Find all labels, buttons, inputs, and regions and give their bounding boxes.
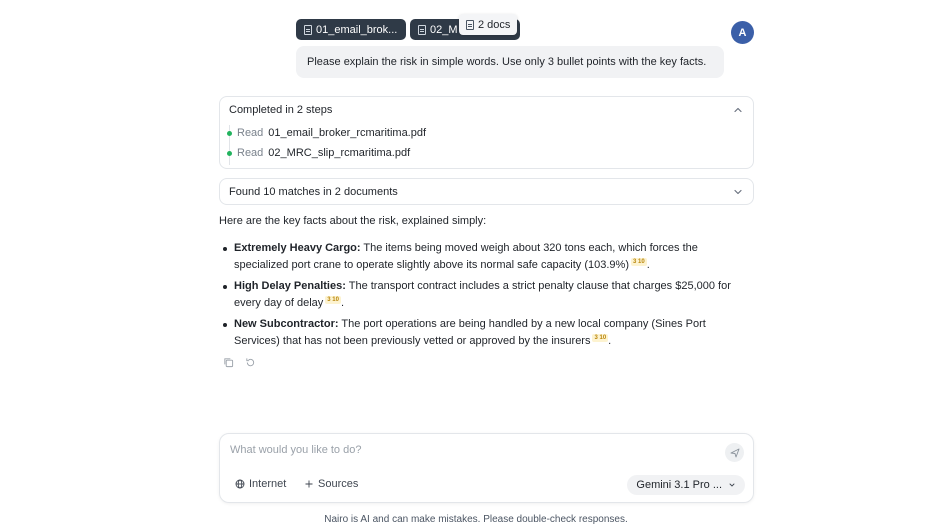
- response-bullets: Extremely Heavy Cargo: The items being m…: [219, 240, 749, 354]
- tooltip-label: 2 docs: [478, 18, 511, 31]
- send-button[interactable]: [725, 443, 744, 462]
- attachment-label: 01_email_brok...: [316, 23, 398, 36]
- send-icon: [730, 448, 739, 457]
- step-file: 02_MRC_slip_rcmaritima.pdf: [268, 147, 411, 159]
- internet-button[interactable]: Internet: [235, 478, 286, 490]
- bullet-item: Extremely Heavy Cargo: The items being m…: [219, 240, 749, 274]
- bullet-item: New Subcontractor: The port operations a…: [219, 316, 749, 350]
- step-item: Read 01_email_broker_rcmaritima.pdf: [227, 127, 427, 139]
- citation-badge[interactable]: 3 10: [592, 334, 609, 343]
- plus-icon: [305, 480, 313, 488]
- bullet-item: High Delay Penalties: The transport cont…: [219, 278, 749, 312]
- document-icon: [418, 24, 426, 35]
- attachment-label: 02_M: [430, 23, 458, 36]
- step-verb: Read: [237, 127, 264, 139]
- attachment-chip-1[interactable]: 01_email_brok...: [296, 19, 406, 40]
- chevron-down-icon[interactable]: [732, 186, 744, 198]
- composer: Internet Sources Gemini 3.1 Pro ...: [219, 433, 754, 503]
- step-verb: Read: [237, 147, 264, 159]
- bullet-title: New Subcontractor:: [234, 318, 339, 330]
- model-label: Gemini 3.1 Pro ...: [636, 479, 722, 491]
- copy-icon[interactable]: [223, 357, 234, 368]
- matches-panel[interactable]: Found 10 matches in 2 documents: [219, 178, 754, 205]
- response-intro: Here are the key facts about the risk, e…: [219, 215, 487, 227]
- avatar[interactable]: A: [731, 21, 754, 44]
- sources-button[interactable]: Sources: [304, 478, 358, 490]
- prompt-input[interactable]: [230, 444, 690, 456]
- docs-tooltip: 2 docs: [459, 14, 518, 35]
- matches-label: Found 10 matches in 2 documents: [229, 186, 398, 198]
- bullet-title: Extremely Heavy Cargo:: [234, 242, 361, 254]
- disclaimer: Nairo is AI and can make mistakes. Pleas…: [324, 514, 628, 524]
- chevron-up-icon[interactable]: [732, 104, 744, 116]
- step-file: 01_email_broker_rcmaritima.pdf: [268, 127, 427, 139]
- steps-panel: Completed in 2 steps Read 01_email_broke…: [219, 96, 754, 169]
- sources-label: Sources: [318, 478, 359, 490]
- step-item: Read 02_MRC_slip_rcmaritima.pdf: [227, 147, 411, 159]
- document-icon: [466, 19, 474, 30]
- citation-badge[interactable]: 3 10: [631, 258, 647, 267]
- status-dot: [227, 150, 232, 156]
- user-message: Please explain the risk in simple words.…: [296, 46, 724, 78]
- bullet-title: High Delay Penalties:: [234, 280, 346, 292]
- globe-icon: [235, 479, 245, 489]
- document-icon: [304, 24, 312, 35]
- status-dot: [227, 130, 232, 136]
- message-actions: [223, 357, 256, 368]
- steps-header[interactable]: Completed in 2 steps: [229, 104, 332, 116]
- chevron-down-icon: [729, 483, 735, 487]
- internet-label: Internet: [249, 478, 287, 490]
- citation-badge[interactable]: 3 10: [325, 296, 341, 305]
- model-selector[interactable]: Gemini 3.1 Pro ...: [627, 475, 745, 495]
- retry-icon[interactable]: [245, 357, 256, 368]
